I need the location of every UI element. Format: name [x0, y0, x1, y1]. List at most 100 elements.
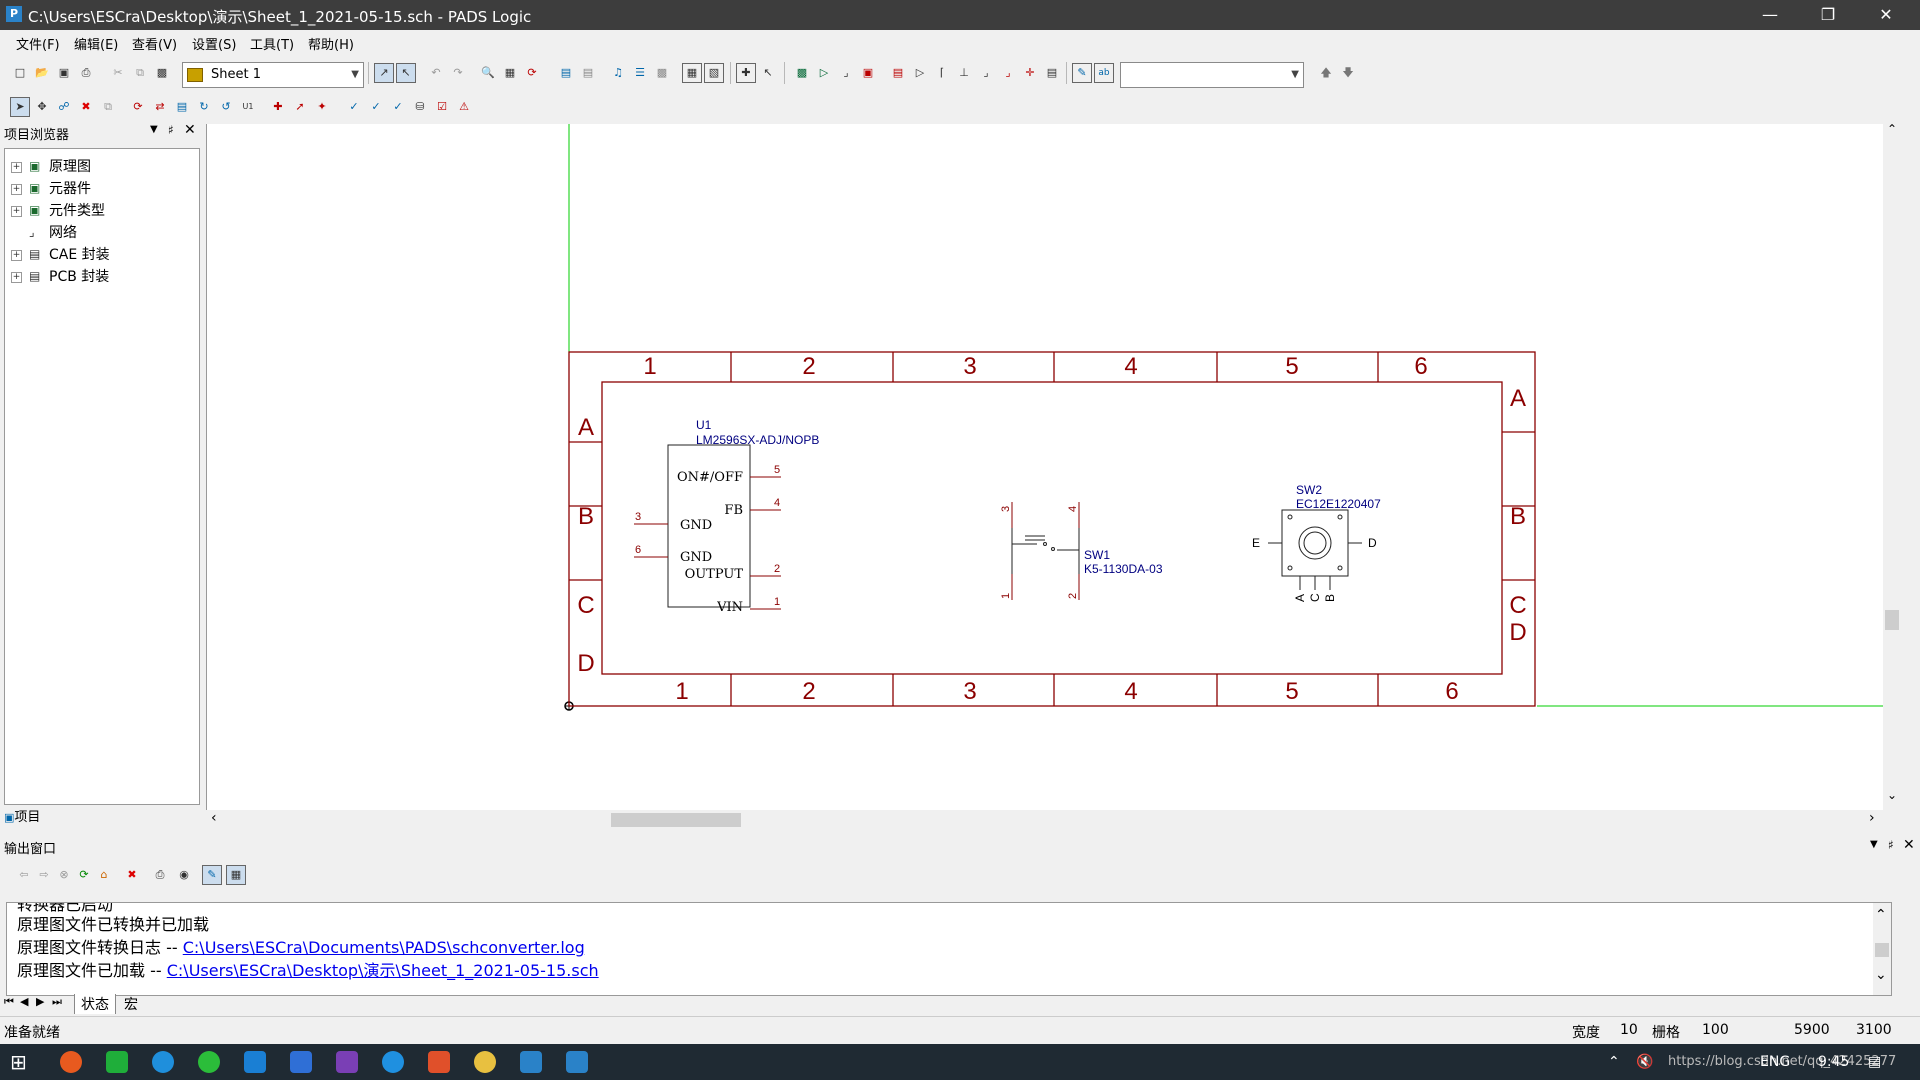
ground-icon[interactable]: ⊥ — [954, 63, 974, 83]
rename-icon[interactable]: U1 — [238, 97, 258, 117]
output-link-file[interactable]: C:\Users\ESCra\Desktop\演示\Sheet_1_2021-0… — [167, 961, 599, 980]
pin-icon[interactable]: ♯ — [1888, 838, 1894, 852]
restore-button[interactable]: ❐ — [1800, 0, 1856, 30]
refresh-icon[interactable]: ⟳ — [74, 865, 94, 885]
hierarchy-up-icon[interactable]: ▤ — [578, 63, 598, 83]
flip-icon[interactable]: ⇄ — [150, 97, 170, 117]
select-mode-icon[interactable]: ↖ — [396, 63, 416, 83]
close-icon[interactable]: ✕ — [1903, 837, 1915, 853]
expand-icon[interactable]: + — [11, 184, 22, 195]
component-sw1[interactable]: 3 4 1 2 SW1 K5-1130DA-03 — [1000, 502, 1163, 600]
new-icon[interactable]: □ — [10, 63, 30, 83]
lock-icon[interactable]: ⛁ — [410, 97, 430, 117]
copy-icon[interactable]: ⧉ — [130, 63, 150, 83]
pcb-link-icon[interactable]: ☰ — [630, 63, 650, 83]
forward-icon[interactable]: ⇨ — [34, 865, 54, 885]
text-label-icon[interactable]: ab — [1094, 63, 1114, 83]
swap-pin-icon[interactable]: ⌟ — [998, 63, 1018, 83]
pin-icon[interactable]: ♯ — [168, 123, 174, 137]
rotate-part-icon[interactable]: ↺ — [216, 97, 236, 117]
pointer-icon[interactable]: ➤ — [10, 97, 30, 117]
component-u1[interactable]: U1 LM2596SX-ADJ/NOPB 3 6 5 4 2 1 GND GND… — [634, 418, 819, 615]
add-junction-icon[interactable]: ✦ — [312, 97, 332, 117]
chevron-down-icon[interactable]: ▼ — [150, 124, 158, 135]
menu-settings[interactable]: 设置(S) — [192, 34, 236, 53]
menu-help[interactable]: 帮助(H) — [308, 34, 354, 53]
tab-macro[interactable]: 宏 — [118, 994, 144, 1014]
rotate-icon[interactable]: ⟳ — [128, 97, 148, 117]
save-icon[interactable]: ▣ — [54, 63, 74, 83]
move-icon[interactable]: ✥ — [32, 97, 52, 117]
edit-icon[interactable]: ✎ — [1072, 63, 1092, 83]
tab-status[interactable]: 状态 — [74, 994, 116, 1014]
properties-icon[interactable]: ▦ — [682, 63, 702, 83]
app-icon-1[interactable] — [60, 1051, 82, 1073]
add-component-icon[interactable]: ▩ — [792, 63, 812, 83]
tab-project[interactable]: ▣项目 — [4, 806, 40, 825]
app-icon-6[interactable] — [290, 1051, 312, 1073]
check-icon[interactable]: ☑ — [432, 97, 452, 117]
add-wire-icon[interactable]: ✚ — [268, 97, 288, 117]
clear-icon[interactable]: ⚠ — [454, 97, 474, 117]
grid-view-icon[interactable]: ▦ — [226, 865, 246, 885]
app-icon-5[interactable] — [244, 1051, 266, 1073]
scroll-left-icon[interactable]: ‹ — [211, 810, 217, 826]
net-label-icon[interactable]: ⌟ — [976, 63, 996, 83]
add-connection-icon[interactable]: ▷ — [814, 63, 834, 83]
netlist-icon[interactable]: ♫ — [608, 63, 628, 83]
app-icon-8[interactable] — [382, 1051, 404, 1073]
app-icon-9[interactable] — [428, 1051, 450, 1073]
pin-attribute-icon[interactable]: ✓ — [388, 97, 408, 117]
zoom-icon[interactable]: 🔍 — [478, 63, 498, 83]
minimize-button[interactable]: — — [1742, 0, 1798, 30]
edge-icon[interactable] — [152, 1051, 174, 1073]
print-icon[interactable]: ⎙ — [76, 63, 96, 83]
report-icon[interactable]: ▧ — [704, 63, 724, 83]
expand-icon[interactable]: + — [11, 272, 22, 283]
split-wire-icon[interactable]: ➚ — [290, 97, 310, 117]
pads-layout-icon[interactable] — [520, 1051, 542, 1073]
wechat-icon[interactable] — [198, 1051, 220, 1073]
expand-icon[interactable]: + — [11, 162, 22, 173]
expand-icon[interactable]: + — [11, 206, 22, 217]
edit-icon[interactable]: ✎ — [202, 865, 222, 885]
duplicate-icon[interactable]: ⧉ — [98, 97, 118, 117]
schematic-canvas[interactable]: 1 2 3 4 5 6 1 2 3 4 5 6 A B C D A B C D … — [206, 122, 1901, 828]
add-bus-icon[interactable]: ⌟ — [836, 63, 856, 83]
first-tab-icon[interactable]: ⏮ — [4, 995, 14, 1009]
rotate-90-icon[interactable]: ↻ — [194, 97, 214, 117]
layout-icon[interactable]: ▩ — [652, 63, 672, 83]
stop-icon[interactable]: ⊗ — [54, 865, 74, 885]
scroll-up-icon[interactable]: ⌃ — [1875, 907, 1887, 923]
component-sw2[interactable]: SW2 EC12E1220407 E D A C B — [1252, 483, 1381, 602]
print-icon[interactable]: ⎙ — [150, 865, 170, 885]
schematic-drawing[interactable]: 1 2 3 4 5 6 1 2 3 4 5 6 A B C D A B C D … — [207, 124, 1901, 810]
close-icon[interactable]: ✕ — [184, 122, 196, 138]
zoom-fit-icon[interactable]: ▦ — [500, 63, 520, 83]
find-icon[interactable]: ◉ — [174, 865, 194, 885]
home-icon[interactable]: ⌂ — [94, 865, 114, 885]
arrow-up-icon[interactable]: 🡅 — [1316, 63, 1336, 83]
sheet-select[interactable]: Sheet 1 ▼ — [182, 62, 364, 88]
output-scrollbar[interactable]: ⌃ ⌄ — [1873, 903, 1891, 995]
delete-icon[interactable]: ✖ — [76, 97, 96, 117]
tray-language[interactable]: ENG — [1760, 1054, 1790, 1070]
windows-start-icon[interactable]: ⊞ — [10, 1050, 27, 1074]
query-icon[interactable]: ↖ — [758, 63, 778, 83]
prev-tab-icon[interactable]: ◀ — [20, 995, 28, 1008]
add-part-icon[interactable]: ✚ — [736, 63, 756, 83]
paste-icon[interactable]: ▩ — [152, 63, 172, 83]
output-link-log[interactable]: C:\Users\ESCra\Documents\PADS\schconvert… — [183, 938, 585, 957]
renumber-icon[interactable]: ▤ — [1042, 63, 1062, 83]
horizontal-scrollbar[interactable]: ‹ › — [207, 810, 1883, 828]
vertical-scroll-thumb[interactable] — [1885, 610, 1899, 630]
swap-gate-icon[interactable]: ✛ — [1020, 63, 1040, 83]
tray-up-icon[interactable]: ⌃ — [1608, 1054, 1620, 1070]
last-tab-icon[interactable]: ⏭ — [52, 995, 62, 1009]
search-combo[interactable]: ▼ — [1120, 62, 1304, 88]
output-text-area[interactable]: 转换器已启动 原理图文件已转换并已加载 原理图文件转换日志 -- C:\User… — [6, 902, 1892, 996]
copy-part-icon[interactable]: ☍ — [54, 97, 74, 117]
redraw-icon[interactable]: ⟳ — [522, 63, 542, 83]
off-page-icon[interactable]: ▷ — [910, 63, 930, 83]
undo-icon[interactable]: ↶ — [426, 63, 446, 83]
